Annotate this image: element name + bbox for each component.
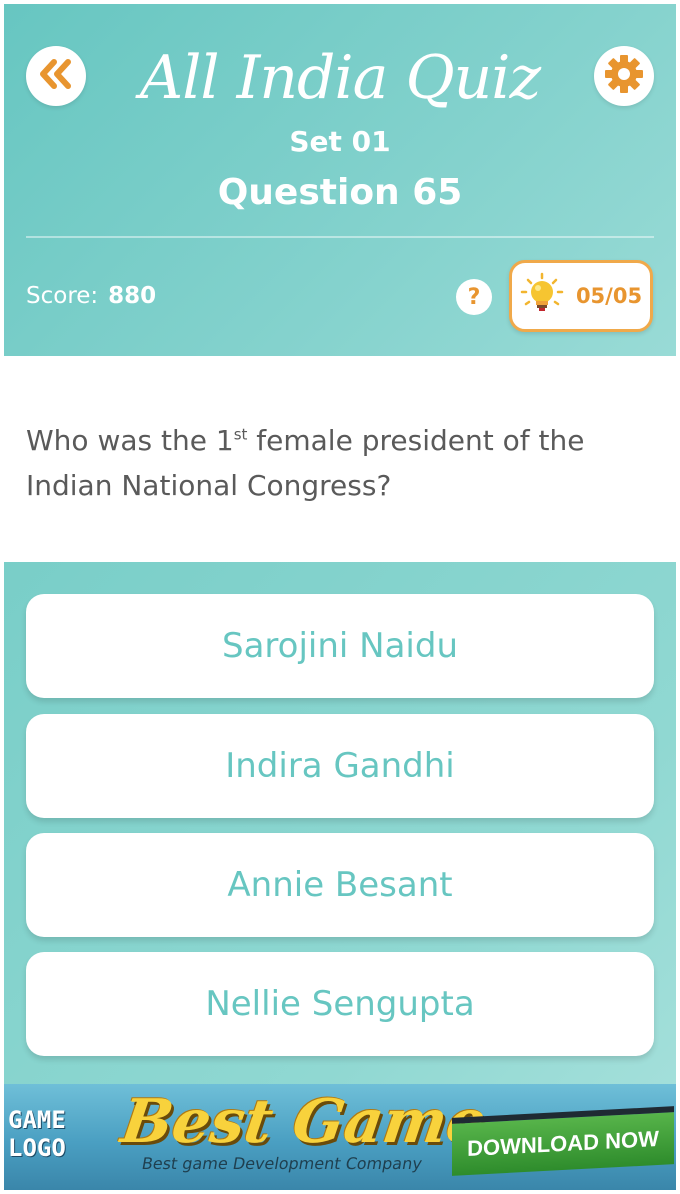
question-ordinal-suffix: st bbox=[233, 425, 248, 444]
answer-option-2[interactable]: Indira Gandhi bbox=[26, 714, 654, 818]
score-value: 880 bbox=[108, 283, 157, 309]
score-label: Score: bbox=[26, 283, 99, 309]
help-button[interactable]: ? bbox=[456, 279, 492, 315]
ad-download-button[interactable]: DOWNLOAD NOW bbox=[452, 1106, 674, 1176]
lightbulb-icon bbox=[520, 272, 564, 320]
set-label: Set 01 bbox=[289, 125, 391, 158]
ad-logo-line-1: GAME bbox=[8, 1106, 66, 1134]
ad-game-logo: GAME LOGO bbox=[8, 1106, 78, 1162]
quiz-header: All India Quiz Set 01 Question 65 Score:… bbox=[4, 4, 676, 356]
score-display: Score: 880 bbox=[26, 280, 156, 312]
app-title: All India Quiz bbox=[139, 43, 541, 113]
answer-option-1[interactable]: Sarojini Naidu bbox=[26, 594, 654, 698]
question-text-start: Who was the 1 bbox=[26, 424, 234, 457]
answer-option-3[interactable]: Annie Besant bbox=[26, 833, 654, 937]
question-card: Who was the 1st female president of the … bbox=[4, 356, 676, 562]
ad-headline: Best Game bbox=[117, 1087, 490, 1157]
header-divider bbox=[26, 236, 654, 238]
quiz-screen: All India Quiz Set 01 Question 65 Score:… bbox=[4, 4, 676, 1190]
hint-button[interactable]: 05/05 bbox=[509, 260, 653, 332]
answers-area: Sarojini Naidu Indira Gandhi Annie Besan… bbox=[4, 562, 676, 1084]
question-text: Who was the 1st female president of the … bbox=[26, 418, 646, 508]
settings-button[interactable] bbox=[594, 46, 654, 106]
answer-option-4[interactable]: Nellie Sengupta bbox=[26, 952, 654, 1056]
ad-logo-line-2: LOGO bbox=[8, 1134, 66, 1162]
hint-count: 05/05 bbox=[575, 284, 643, 308]
back-button[interactable] bbox=[26, 46, 86, 106]
question-number: Question 65 bbox=[217, 172, 463, 213]
double-chevron-left-icon bbox=[38, 59, 74, 93]
gear-icon bbox=[603, 53, 645, 99]
ad-subline: Best game Development Company bbox=[140, 1154, 424, 1173]
ad-banner[interactable]: GAME LOGO Best Game Best game Developmen… bbox=[4, 1084, 676, 1190]
